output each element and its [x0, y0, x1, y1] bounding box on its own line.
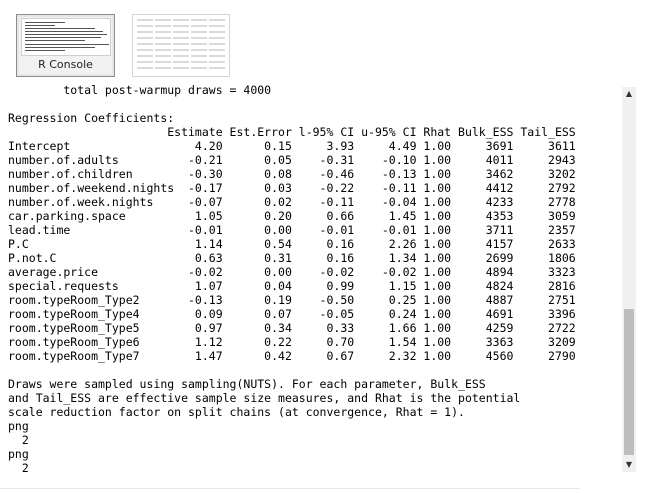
console-line: number.of.adults -0.21 0.05 -0.31 -0.10 … — [8, 153, 576, 167]
console-preview-thumbnail — [21, 18, 111, 56]
console-line: png — [8, 447, 36, 461]
console-line: car.parking.space 1.05 0.20 0.66 1.45 1.… — [8, 209, 576, 223]
console-line: Regression Coefficients: — [8, 111, 175, 125]
console-line: number.of.children -0.30 0.08 -0.46 -0.1… — [8, 167, 576, 181]
vertical-scrollbar[interactable]: ▲ ▼ — [622, 87, 636, 472]
console-line: room.typeRoom_Type4 0.09 0.07 -0.05 0.24… — [8, 307, 576, 321]
console-line: 2 — [8, 433, 36, 447]
console-line: number.of.week.nights -0.07 0.02 -0.11 -… — [8, 195, 576, 209]
console-line: average.price -0.02 0.00 -0.02 -0.02 1.0… — [8, 265, 576, 279]
scroll-thumb[interactable] — [624, 309, 634, 455]
scroll-down-icon[interactable]: ▼ — [622, 458, 636, 472]
console-line: total post-warmup draws = 4000 — [8, 83, 272, 97]
console-line: room.typeRoom_Type5 0.97 0.34 0.33 1.66 … — [8, 321, 576, 335]
plot-history-strip: R Console — [0, 0, 652, 80]
console-line: scale reduction factor on split chains (… — [8, 405, 465, 419]
console-line: room.typeRoom_Type6 1.12 0.22 0.70 1.54 … — [8, 335, 576, 349]
tab-r-console-label: R Console — [38, 58, 93, 71]
console-line: Estimate Est.Error l-95% CI u-95% CI Rha… — [8, 125, 576, 139]
console-line: P.not.C 0.63 0.31 0.16 1.34 1.00 2699 18… — [8, 251, 576, 265]
divider — [0, 488, 580, 489]
tab-r-console[interactable]: R Console — [16, 14, 115, 77]
console-line: lead.time -0.01 0.00 -0.01 -0.01 1.00 37… — [8, 223, 576, 237]
console-line: Intercept 4.20 0.15 3.93 4.49 1.00 3691 … — [8, 139, 576, 153]
console-line: png — [8, 419, 36, 433]
console-line: Draws were sampled using sampling(NUTS).… — [8, 377, 486, 391]
tab-plot-thumbnail[interactable] — [132, 14, 230, 77]
console-line: number.of.weekend.nights -0.17 0.03 -0.2… — [8, 181, 576, 195]
plot-thumbnail-preview — [137, 19, 225, 71]
console-line: room.typeRoom_Type2 -0.13 0.19 -0.50 0.2… — [8, 293, 576, 307]
console-line: room.typeRoom_Type7 1.47 0.42 0.67 2.32 … — [8, 349, 576, 363]
console-line: special.requests 1.07 0.04 0.99 1.15 1.0… — [8, 279, 576, 293]
console-line: and Tail_ESS are effective sample size m… — [8, 391, 521, 405]
console-line: 2 — [8, 461, 36, 475]
console-line: P.C 1.14 0.54 0.16 2.26 1.00 4157 2633 — [8, 237, 576, 251]
scroll-up-icon[interactable]: ▲ — [622, 87, 636, 101]
r-console-output[interactable]: total post-warmup draws = 4000 Regression… — [8, 83, 620, 483]
